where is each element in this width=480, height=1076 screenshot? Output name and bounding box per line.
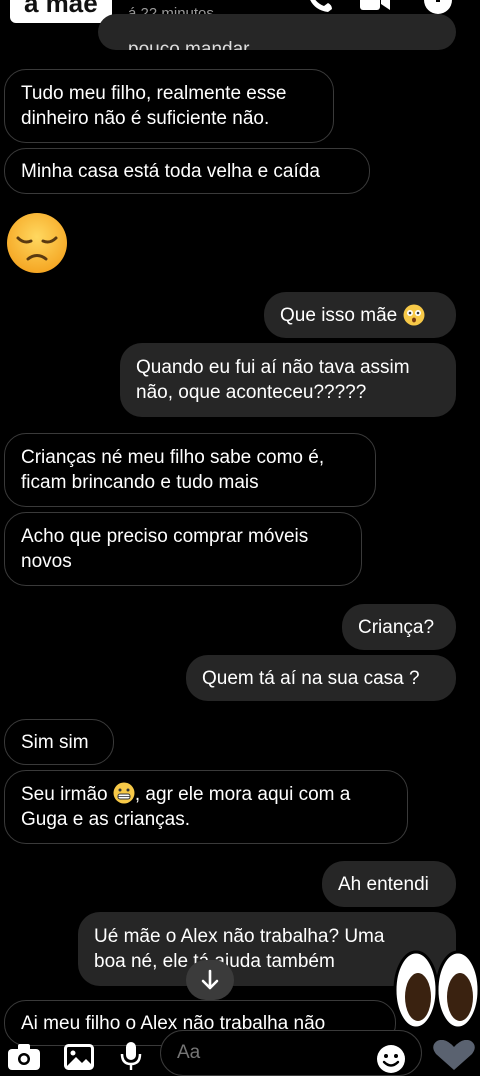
message-bubble-outgoing[interactable]: Ah entendi bbox=[322, 861, 456, 907]
message-bubble-outgoing[interactable]: Que isso mãe bbox=[264, 292, 456, 338]
message-bubble-incoming[interactable]: Acho que preciso comprar móveis novos bbox=[4, 512, 362, 586]
message-bubble-outgoing[interactable]: Quem tá aí na sua casa ? bbox=[186, 655, 456, 701]
message-text: Ah entendi bbox=[338, 873, 429, 895]
video-icon[interactable] bbox=[360, 0, 390, 12]
message-text: Crianças né meu filho sabe como é, ficam… bbox=[21, 447, 325, 493]
camera-icon[interactable] bbox=[8, 1044, 40, 1070]
phone-icon[interactable] bbox=[306, 0, 332, 12]
sticker-icon[interactable] bbox=[376, 1044, 406, 1074]
message-text: Quando eu fui aí não tava assim não, oqu… bbox=[136, 357, 410, 403]
message-text: Ué mãe o Alex não trabalha? Uma boa né, … bbox=[94, 926, 385, 972]
gallery-icon[interactable] bbox=[64, 1044, 94, 1070]
arrow-down-icon bbox=[201, 969, 219, 990]
message-text: Criança? bbox=[358, 616, 435, 638]
message-bubble-incoming[interactable]: Crianças né meu filho sabe como é, ficam… bbox=[4, 433, 376, 507]
message-bubble-outgoing[interactable]: pouco mandar bbox=[98, 14, 456, 50]
message-composer bbox=[0, 1020, 480, 1076]
message-text: Tudo meu filho, realmente esse dinheiro … bbox=[21, 83, 287, 129]
message-bubble-incoming[interactable]: Sim sim bbox=[4, 719, 114, 765]
message-text: pouco mandar bbox=[128, 39, 250, 50]
pensive-face-emoji[interactable] bbox=[6, 212, 68, 274]
info-icon[interactable] bbox=[424, 0, 452, 14]
contact-name[interactable]: a mãe bbox=[10, 0, 112, 23]
message-bubble-outgoing[interactable]: Quando eu fui aí não tava assim não, oqu… bbox=[120, 343, 456, 417]
scroll-to-bottom-button[interactable] bbox=[186, 960, 234, 1000]
message-text: Acho que preciso comprar móveis novos bbox=[21, 526, 309, 572]
flushed-face-emoji bbox=[403, 304, 425, 326]
message-bubble-incoming[interactable]: Seu irmão , agr ele mora aqui com a Guga… bbox=[4, 770, 408, 844]
message-text: Quem tá aí na sua casa ? bbox=[202, 667, 420, 689]
grimacing-face-emoji bbox=[113, 782, 135, 804]
message-text: Seu irmão , agr ele mora aqui com a Guga… bbox=[21, 782, 350, 832]
message-bubble-outgoing[interactable]: Criança? bbox=[342, 604, 456, 650]
message-text-part: Seu irmão bbox=[21, 784, 113, 805]
message-text: Que isso mãe bbox=[280, 304, 398, 326]
message-text: Minha casa está toda velha e caída bbox=[21, 160, 320, 182]
message-bubble-incoming[interactable]: Minha casa está toda velha e caída bbox=[4, 148, 370, 194]
message-text: Sim sim bbox=[21, 731, 89, 753]
message-bubble-incoming[interactable]: Tudo meu filho, realmente esse dinheiro … bbox=[4, 69, 334, 143]
